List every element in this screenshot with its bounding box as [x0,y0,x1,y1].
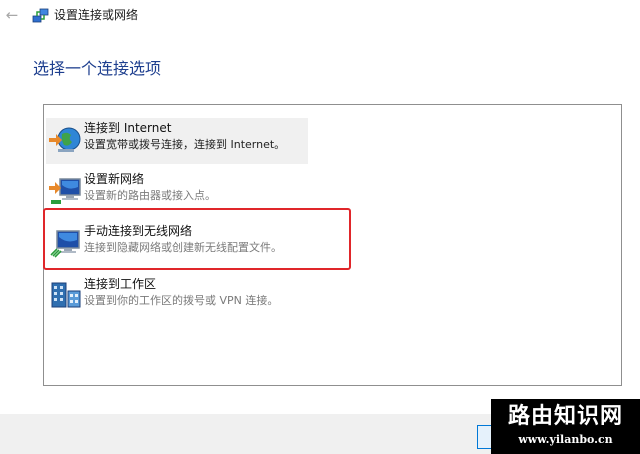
new-network-icon [49,178,81,204]
option-connect-workplace[interactable]: 连接到工作区 设置到你的工作区的拨号或 VPN 连接。 [46,274,308,320]
annotation-highlight-box [43,208,351,270]
option-connect-internet[interactable]: 连接到 Internet 设置宽带或拨号连接，连接到 Internet。 [46,118,308,164]
watermark-title: 路由知识网 [507,404,623,429]
option-title: 连接到工作区 [84,277,157,291]
globe-internet-icon [49,127,81,152]
workplace-icon [51,282,81,308]
back-arrow-icon: ← [5,6,19,24]
network-setup-icon [32,8,49,23]
back-button[interactable]: ← [3,6,21,24]
window-title: 设置连接或网络 [54,8,139,22]
setup-connection-window: ← 设置连接或网络 选择一个连接选项 连接到 Internet 设置宽带或拨号连… [0,0,640,454]
option-description: 设置新的路由器或接入点。 [84,189,216,202]
watermark: 路由知识网 www.yilanbo.cn [491,399,640,454]
option-description: 设置宽带或拨号连接，连接到 Internet。 [84,138,286,151]
page-heading: 选择一个连接选项 [33,59,162,78]
title-bar: ← 设置连接或网络 [0,0,640,32]
option-description: 设置到你的工作区的拨号或 VPN 连接。 [84,294,279,307]
option-title: 设置新网络 [84,172,145,186]
option-title: 连接到 Internet [84,121,172,135]
watermark-url: www.yilanbo.cn [518,433,613,446]
